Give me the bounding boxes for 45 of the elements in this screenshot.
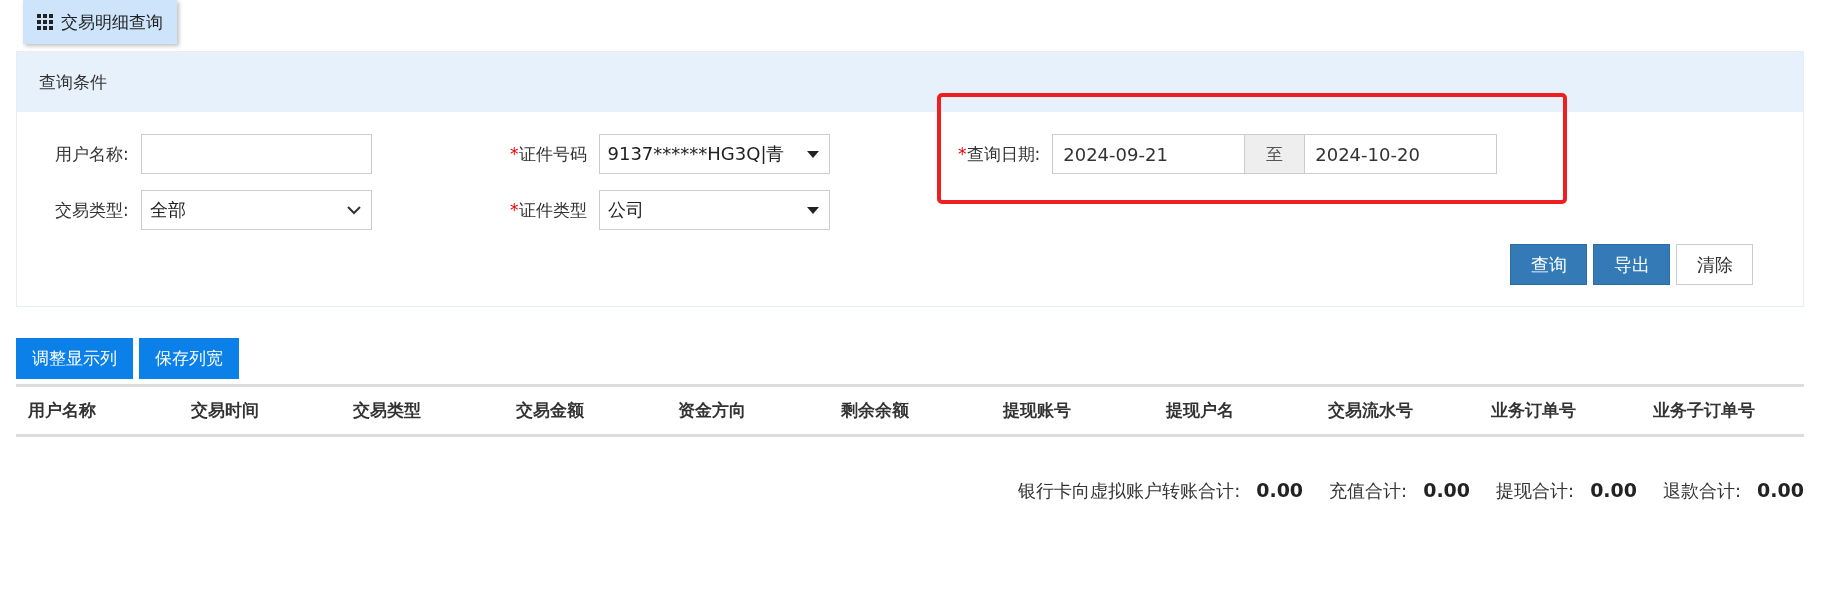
date-field[interactable]: 2024-09-21 <box>1052 134 1246 174</box>
toolbar-button[interactable]: 调整显示列 <box>16 338 133 379</box>
total-value: 0.00 <box>1757 479 1804 501</box>
field-label: 用户名称: <box>55 142 129 166</box>
panel-title: 查询条件 <box>17 52 1803 112</box>
column-header: 业务子订单号 <box>1652 399 1757 422</box>
chevron-down-icon <box>346 205 361 215</box>
column-header: 提现账号 <box>1001 399 1073 422</box>
date-field[interactable]: 2024-10-20 <box>1304 134 1498 174</box>
column-header: 提现户名 <box>1164 399 1235 422</box>
input-field[interactable] <box>140 134 372 174</box>
required-mark: * <box>510 200 519 220</box>
required-mark: * <box>958 144 967 164</box>
column-header: 业务订单号 <box>1489 399 1577 422</box>
select-field[interactable]: 公司 <box>598 190 830 230</box>
required-mark: * <box>510 144 519 164</box>
column-header: 交易流水号 <box>1327 399 1415 422</box>
total-label: 提现合计: <box>1496 479 1575 503</box>
page-tab[interactable]: 交易明细查询 <box>23 0 177 44</box>
caret-icon <box>806 150 819 158</box>
total-value: 0.00 <box>1590 479 1638 501</box>
action-button[interactable]: 清除 <box>1676 244 1753 285</box>
column-header: 交易金额 <box>514 399 585 422</box>
column-header: 资金方向 <box>677 399 748 422</box>
column-header: 交易类型 <box>352 399 423 422</box>
total-label: 充值合计: <box>1329 479 1408 503</box>
field-label: 证件号码 <box>518 142 587 166</box>
field-label: 查询日期: <box>966 142 1041 166</box>
field-label: 证件类型 <box>518 198 587 222</box>
field-label: 交易类型: <box>55 198 129 222</box>
action-button[interactable]: 查询 <box>1510 244 1587 285</box>
caret-icon <box>806 206 819 214</box>
total-value: 0.00 <box>1423 479 1471 501</box>
range-separator: 至 <box>1245 134 1305 174</box>
action-button[interactable]: 导出 <box>1593 244 1670 285</box>
total-label: 退款合计: <box>1663 479 1742 503</box>
select-field[interactable]: 全部 <box>140 190 372 230</box>
grid-icon <box>37 14 53 30</box>
column-header: 交易时间 <box>189 399 260 422</box>
toolbar-button[interactable]: 保存列宽 <box>139 338 239 379</box>
select-field[interactable]: 9137******HG3Q|青 <box>598 134 830 174</box>
column-header: 用户名称 <box>27 399 97 422</box>
total-label: 银行卡向虚拟账户转账合计: <box>1018 479 1241 503</box>
column-header: 剩余余额 <box>839 399 910 422</box>
total-value: 0.00 <box>1256 479 1304 501</box>
